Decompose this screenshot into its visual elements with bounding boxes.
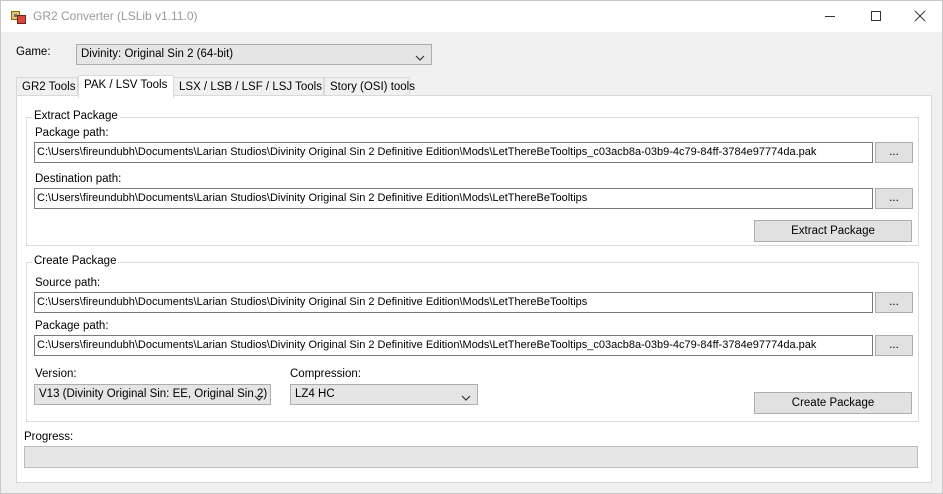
close-icon xyxy=(914,10,926,22)
create-group-title: Create Package xyxy=(32,255,119,267)
extract-package-browse-button[interactable]: ... xyxy=(875,142,913,163)
source-browse-button[interactable]: ... xyxy=(875,292,913,313)
tab-lsx-tools[interactable]: LSX / LSB / LSF / LSJ Tools xyxy=(173,77,324,97)
create-package-button[interactable]: Create Package xyxy=(754,392,912,414)
game-label: Game: xyxy=(16,46,51,58)
version-select[interactable]: V13 (Divinity Original Sin: EE, Original… xyxy=(34,384,271,405)
maximize-button[interactable] xyxy=(853,1,899,32)
maximize-icon xyxy=(871,11,881,21)
title-bar[interactable]: GR2 Converter (LSLib v1.11.0) xyxy=(1,1,942,32)
destination-path-label: Destination path: xyxy=(35,173,122,185)
extract-package-button[interactable]: Extract Package xyxy=(754,220,912,242)
compression-label: Compression: xyxy=(290,368,361,380)
source-path-label: Source path: xyxy=(35,277,101,289)
destination-browse-button[interactable]: ... xyxy=(875,188,913,209)
chevron-down-icon xyxy=(461,392,471,404)
version-select-value: V13 (Divinity Original Sin: EE, Original… xyxy=(39,388,268,400)
extract-package-path-input[interactable]: C:\Users\fireundubh\Documents\Larian Stu… xyxy=(34,142,873,163)
app-icon xyxy=(11,9,26,24)
create-package-browse-button[interactable]: ... xyxy=(875,335,913,356)
extract-package-group: Extract Package Package path: C:\Users\f… xyxy=(26,110,919,246)
minimize-button[interactable] xyxy=(807,1,853,32)
extract-group-title: Extract Package xyxy=(32,110,120,122)
chevron-down-icon xyxy=(254,392,264,404)
tab-label: GR2 Tools xyxy=(22,81,76,93)
game-select-value: Divinity: Original Sin 2 (64-bit) xyxy=(81,48,234,60)
compression-select[interactable]: LZ4 HC xyxy=(290,384,478,405)
tab-label: LSX / LSB / LSF / LSJ Tools xyxy=(179,81,322,93)
minimize-icon xyxy=(825,16,835,17)
progress-bar xyxy=(24,446,918,468)
app-window: GR2 Converter (LSLib v1.11.0) Game: Divi… xyxy=(0,0,943,494)
create-package-group: Create Package Source path: C:\Users\fir… xyxy=(26,255,919,422)
tab-pak-lsv-tools[interactable]: PAK / LSV Tools xyxy=(78,75,174,98)
tab-story-tools[interactable]: Story (OSI) tools xyxy=(324,77,415,97)
create-package-path-label: Package path: xyxy=(35,320,109,332)
extract-package-path-label: Package path: xyxy=(35,127,109,139)
source-path-input[interactable]: C:\Users\fireundubh\Documents\Larian Stu… xyxy=(34,292,873,313)
version-label: Version: xyxy=(35,368,77,380)
tab-label: PAK / LSV Tools xyxy=(84,79,168,91)
chevron-down-icon xyxy=(415,52,425,64)
create-package-path-input[interactable]: C:\Users\fireundubh\Documents\Larian Stu… xyxy=(34,335,873,356)
destination-path-input[interactable]: C:\Users\fireundubh\Documents\Larian Stu… xyxy=(34,188,873,209)
progress-label: Progress: xyxy=(24,431,74,443)
compression-select-value: LZ4 HC xyxy=(295,388,335,400)
window-title: GR2 Converter (LSLib v1.11.0) xyxy=(33,9,198,23)
tab-gr2-tools[interactable]: GR2 Tools xyxy=(16,77,78,97)
tab-label: Story (OSI) tools xyxy=(330,81,415,93)
close-button[interactable] xyxy=(897,1,943,32)
tab-panel-pak-lsv: Extract Package Package path: C:\Users\f… xyxy=(16,95,932,483)
game-select[interactable]: Divinity: Original Sin 2 (64-bit) xyxy=(76,44,432,65)
